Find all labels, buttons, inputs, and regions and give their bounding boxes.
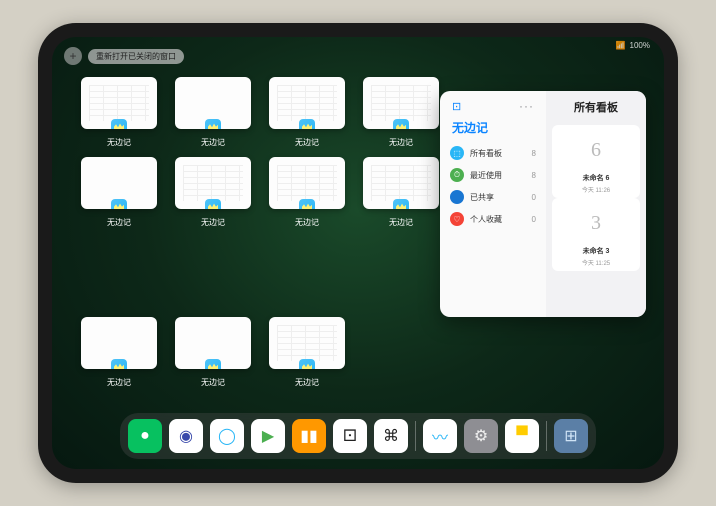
dock-app-quark-hd[interactable]: ◉ — [169, 419, 203, 453]
status-bar: 📶 100% — [616, 41, 650, 50]
thumbnail-label: 无边记 — [389, 137, 413, 148]
sidebar-item[interactable]: ⬚ 所有看板 8 — [448, 142, 538, 164]
freeform-app-icon — [299, 119, 315, 129]
window-thumbnail[interactable]: 无边记 — [80, 317, 158, 389]
thumbnail-preview — [175, 77, 251, 129]
thumbnail-label: 无边记 — [295, 137, 319, 148]
window-thumbnail[interactable]: 无边记 — [174, 157, 252, 229]
freeform-popover: ⊡ ··· 无边记 ⬚ 所有看板 8 ⏱ 最近使用 8 👤 已共享 0 ♡ 个人收藏 0 所有看板 6… — [440, 91, 646, 317]
dock: ●◉◯▶▮▮⚀⌘ 〰⚙▀ ⊞ — [120, 413, 596, 459]
freeform-app-icon — [111, 119, 127, 129]
thumbnail-preview — [269, 317, 345, 369]
dock-app-freeform[interactable]: 〰 — [423, 419, 457, 453]
content-title: 所有看板 — [552, 99, 640, 115]
popover-sidebar: ⊡ ··· 无边记 ⬚ 所有看板 8 ⏱ 最近使用 8 👤 已共享 0 ♡ 个人收藏 0 — [440, 91, 546, 317]
freeform-app-icon — [111, 199, 127, 209]
top-controls: + 重新打开已关闭的窗口 — [64, 47, 184, 65]
dock-app-books[interactable]: ▮▮ — [292, 419, 326, 453]
sidebar-item[interactable]: ♡ 个人收藏 0 — [448, 208, 538, 230]
freeform-app-icon — [299, 359, 315, 369]
thumbnail-label: 无边记 — [295, 377, 319, 388]
sidebar-item-icon: ⏱ — [450, 168, 464, 182]
thumbnail-preview — [363, 77, 439, 129]
thumbnail-preview — [363, 157, 439, 209]
sidebar-item-label: 最近使用 — [470, 170, 502, 181]
sidebar-item-label: 所有看板 — [470, 148, 502, 159]
sidebar-item-count: 0 — [532, 215, 536, 224]
thumbnail-preview — [81, 157, 157, 209]
battery-label: 100% — [630, 41, 650, 50]
thumbnail-preview — [175, 157, 251, 209]
thumbnail-label: 无边记 — [201, 217, 225, 228]
freeform-app-icon — [393, 199, 409, 209]
sidebar-item-icon: ♡ — [450, 212, 464, 226]
freeform-app-icon — [205, 199, 221, 209]
board-sketch: 3 — [556, 202, 636, 244]
popover-title: 无边记 — [448, 117, 538, 142]
board-card[interactable]: 3 未命名 3 今天 11:25 — [552, 198, 640, 271]
wifi-icon: 📶 — [616, 41, 626, 50]
thumbnail-label: 无边记 — [389, 217, 413, 228]
board-sketch: 6 — [556, 129, 636, 171]
sidebar-item-count: 8 — [532, 171, 536, 180]
thumbnail-preview — [269, 77, 345, 129]
reopen-closed-window-button[interactable]: 重新打开已关闭的窗口 — [88, 49, 184, 64]
thumbnail-preview — [175, 317, 251, 369]
sidebar-item-icon: 👤 — [450, 190, 464, 204]
board-name: 未命名 6 — [583, 173, 610, 183]
window-thumbnail[interactable]: 无边记 — [362, 77, 440, 149]
thumbnail-label: 无边记 — [107, 217, 131, 228]
sidebar-item[interactable]: ⏱ 最近使用 8 — [448, 164, 538, 186]
sidebar-toggle-icon[interactable]: ⊡ — [452, 100, 461, 113]
dock-app-app7[interactable]: ⌘ — [374, 419, 408, 453]
board-timestamp: 今天 11:26 — [582, 185, 610, 194]
thumbnail-label: 无边记 — [201, 137, 225, 148]
dock-app-app6[interactable]: ⚀ — [333, 419, 367, 453]
sidebar-item-icon: ⬚ — [450, 146, 464, 160]
window-thumbnail[interactable]: 无边记 — [268, 77, 346, 149]
dock-app-settings[interactable]: ⚙ — [464, 419, 498, 453]
dock-app-app-library[interactable]: ⊞ — [554, 419, 588, 453]
freeform-app-icon — [205, 119, 221, 129]
freeform-app-icon — [393, 119, 409, 129]
thumbnail-label: 无边记 — [295, 217, 319, 228]
dock-app-quark[interactable]: ◯ — [210, 419, 244, 453]
freeform-app-icon — [205, 359, 221, 369]
sidebar-item-count: 8 — [532, 149, 536, 158]
window-thumbnail[interactable]: 无边记 — [80, 157, 158, 229]
sidebar-item-label: 个人收藏 — [470, 214, 502, 225]
window-thumbnail[interactable]: 无边记 — [362, 157, 440, 229]
dock-app-wechat[interactable]: ● — [128, 419, 162, 453]
app-expose-grid: 无边记无边记无边记无边记无边记无边记无边记无边记无边记无边记无边记 — [80, 77, 440, 389]
ipad-frame: 📶 100% + 重新打开已关闭的窗口 无边记无边记无边记无边记无边记无边记无边… — [38, 23, 678, 483]
thumbnail-label: 无边记 — [201, 377, 225, 388]
ipad-screen: 📶 100% + 重新打开已关闭的窗口 无边记无边记无边记无边记无边记无边记无边… — [52, 37, 664, 469]
window-thumbnail[interactable]: 无边记 — [268, 317, 346, 389]
window-thumbnail[interactable]: 无边记 — [268, 157, 346, 229]
freeform-app-icon — [299, 199, 315, 209]
window-thumbnail[interactable]: 无边记 — [80, 77, 158, 149]
thumbnail-preview — [269, 157, 345, 209]
dock-separator — [546, 421, 547, 451]
freeform-app-icon — [111, 359, 127, 369]
dock-app-media[interactable]: ▶ — [251, 419, 285, 453]
new-window-button[interactable]: + — [64, 47, 82, 65]
sidebar-item[interactable]: 👤 已共享 0 — [448, 186, 538, 208]
more-button[interactable]: ··· — [519, 99, 534, 113]
dock-separator — [415, 421, 416, 451]
board-name: 未命名 3 — [583, 246, 610, 256]
board-card[interactable]: 6 未命名 6 今天 11:26 — [552, 125, 640, 198]
window-thumbnail[interactable]: 无边记 — [174, 317, 252, 389]
thumbnail-label: 无边记 — [107, 377, 131, 388]
sidebar-item-count: 0 — [532, 193, 536, 202]
popover-content: 所有看板 6 未命名 6 今天 11:26 3 未命名 3 今天 11:25 — [546, 91, 646, 317]
thumbnail-preview — [81, 317, 157, 369]
thumbnail-label: 无边记 — [107, 137, 131, 148]
sidebar-item-label: 已共享 — [470, 192, 494, 203]
thumbnail-preview — [81, 77, 157, 129]
window-thumbnail[interactable]: 无边记 — [174, 77, 252, 149]
board-timestamp: 今天 11:25 — [582, 258, 610, 267]
dock-app-notes[interactable]: ▀ — [505, 419, 539, 453]
